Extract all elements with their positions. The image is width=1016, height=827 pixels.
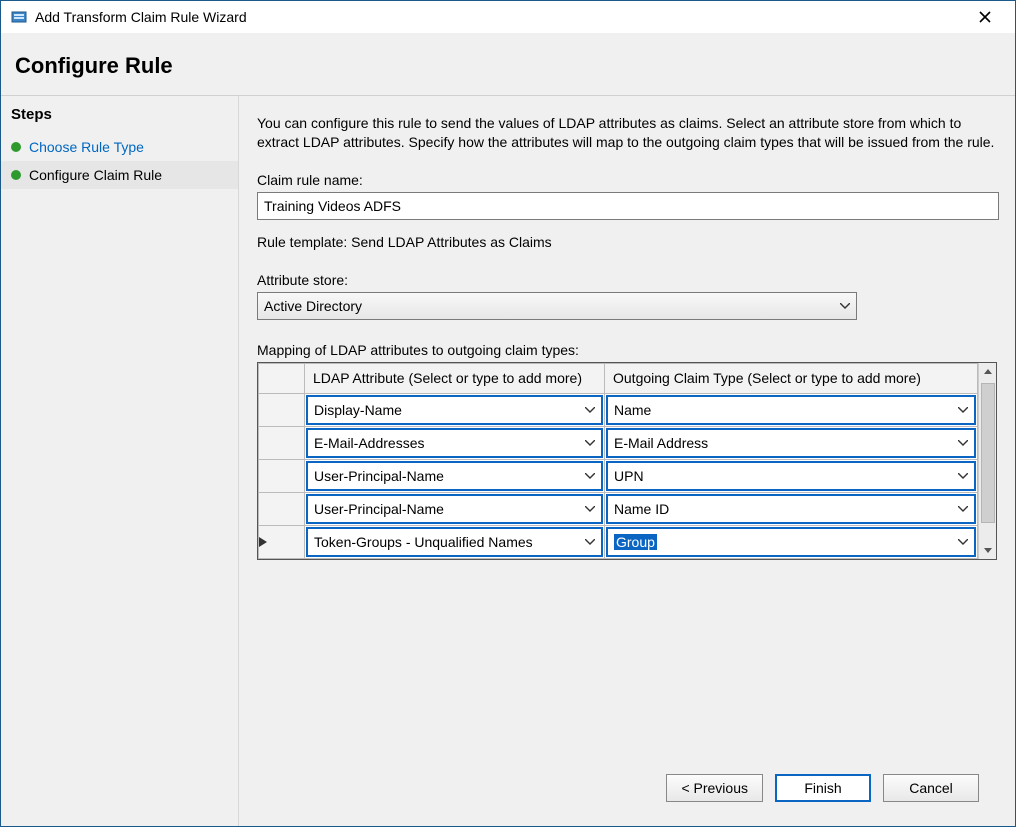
row-header[interactable]	[259, 493, 305, 526]
row-header[interactable]	[259, 460, 305, 493]
outgoing-claim-combo[interactable]: UPN	[606, 461, 976, 491]
intro-text: You can configure this rule to send the …	[257, 114, 997, 152]
mapping-label: Mapping of LDAP attributes to outgoing c…	[257, 342, 997, 358]
scroll-down-icon[interactable]	[979, 541, 996, 559]
cancel-button[interactable]: Cancel	[883, 774, 979, 802]
outgoing-claim-value: E-Mail Address	[614, 435, 708, 451]
chevron-down-icon	[958, 539, 968, 545]
step-bullet-icon	[11, 170, 21, 180]
table-row: E-Mail-Addresses E-Mail Address	[259, 427, 978, 460]
chevron-down-icon	[958, 506, 968, 512]
chevron-down-icon	[958, 407, 968, 413]
mapping-grid-wrapper: LDAP Attribute (Select or type to add mo…	[257, 362, 997, 561]
step-item-0[interactable]: Choose Rule Type	[1, 133, 238, 161]
ldap-attribute-combo[interactable]: Display-Name	[306, 395, 603, 425]
window-title: Add Transform Claim Rule Wizard	[35, 9, 965, 25]
ldap-attribute-combo[interactable]: E-Mail-Addresses	[306, 428, 603, 458]
step-label: Choose Rule Type	[29, 139, 144, 155]
previous-button[interactable]: < Previous	[666, 774, 763, 802]
finish-button[interactable]: Finish	[775, 774, 871, 802]
ldap-attribute-value: User-Principal-Name	[314, 468, 444, 484]
ldap-attribute-value: Display-Name	[314, 402, 402, 418]
claim-rule-name-input[interactable]	[257, 192, 999, 220]
ldap-attribute-combo[interactable]: User-Principal-Name	[306, 494, 603, 524]
titlebar: Add Transform Claim Rule Wizard	[1, 1, 1015, 33]
row-header[interactable]	[259, 526, 305, 559]
step-label: Configure Claim Rule	[29, 167, 162, 183]
ldap-attribute-combo[interactable]: Token-Groups - Unqualified Names	[306, 527, 603, 557]
row-header[interactable]	[259, 427, 305, 460]
table-row: User-Principal-Name Name ID	[259, 493, 978, 526]
ldap-attribute-combo[interactable]: User-Principal-Name	[306, 461, 603, 491]
step-bullet-icon	[11, 142, 21, 152]
chevron-down-icon	[585, 440, 595, 446]
ldap-attribute-value: E-Mail-Addresses	[314, 435, 424, 451]
outgoing-claim-combo[interactable]: Name	[606, 395, 976, 425]
page-heading: Configure Rule	[1, 33, 1015, 95]
chevron-down-icon	[958, 473, 968, 479]
chevron-down-icon	[585, 407, 595, 413]
grid-header-ldap: LDAP Attribute (Select or type to add mo…	[305, 363, 605, 394]
grid-header-claim: Outgoing Claim Type (Select or type to a…	[605, 363, 978, 394]
outgoing-claim-combo[interactable]: E-Mail Address	[606, 428, 976, 458]
step-item-1: Configure Claim Rule	[1, 161, 238, 189]
row-header[interactable]	[259, 394, 305, 427]
grid-corner	[259, 363, 305, 394]
button-row: < Previous Finish Cancel	[257, 764, 997, 816]
outgoing-claim-value: UPN	[614, 468, 644, 484]
steps-title: Steps	[1, 100, 238, 133]
chevron-down-icon	[958, 440, 968, 446]
claim-rule-name-label: Claim rule name:	[257, 172, 997, 188]
attribute-store-combo[interactable]: Active Directory	[257, 292, 857, 320]
steps-sidebar: Steps Choose Rule Type Configure Claim Ru…	[1, 96, 239, 826]
main-panel: You can configure this rule to send the …	[239, 96, 1015, 826]
close-button[interactable]	[965, 3, 1005, 31]
table-row: Token-Groups - Unqualified Names Group	[259, 526, 978, 559]
rule-template-text: Rule template: Send LDAP Attributes as C…	[257, 234, 997, 250]
ldap-attribute-value: User-Principal-Name	[314, 501, 444, 517]
wizard-window: Add Transform Claim Rule Wizard Configur…	[0, 0, 1016, 827]
wizard-icon	[11, 9, 27, 25]
chevron-down-icon	[585, 506, 595, 512]
grid-scrollbar[interactable]	[978, 363, 996, 560]
scroll-up-icon[interactable]	[979, 363, 996, 381]
chevron-down-icon	[840, 303, 850, 309]
outgoing-claim-combo[interactable]: Group	[606, 527, 976, 557]
outgoing-claim-value: Name ID	[614, 501, 669, 517]
mapping-grid: LDAP Attribute (Select or type to add mo…	[258, 363, 978, 560]
outgoing-claim-combo[interactable]: Name ID	[606, 494, 976, 524]
outgoing-claim-value: Name	[614, 402, 651, 418]
scroll-thumb[interactable]	[981, 383, 995, 523]
attribute-store-value: Active Directory	[264, 298, 362, 314]
table-row: User-Principal-Name UPN	[259, 460, 978, 493]
row-indicator-icon	[259, 534, 267, 550]
chevron-down-icon	[585, 473, 595, 479]
ldap-attribute-value: Token-Groups - Unqualified Names	[314, 534, 533, 550]
attribute-store-label: Attribute store:	[257, 272, 997, 288]
outgoing-claim-value: Group	[614, 534, 657, 550]
chevron-down-icon	[585, 539, 595, 545]
content-area: Steps Choose Rule Type Configure Claim Ru…	[1, 95, 1015, 826]
table-row: Display-Name Name	[259, 394, 978, 427]
